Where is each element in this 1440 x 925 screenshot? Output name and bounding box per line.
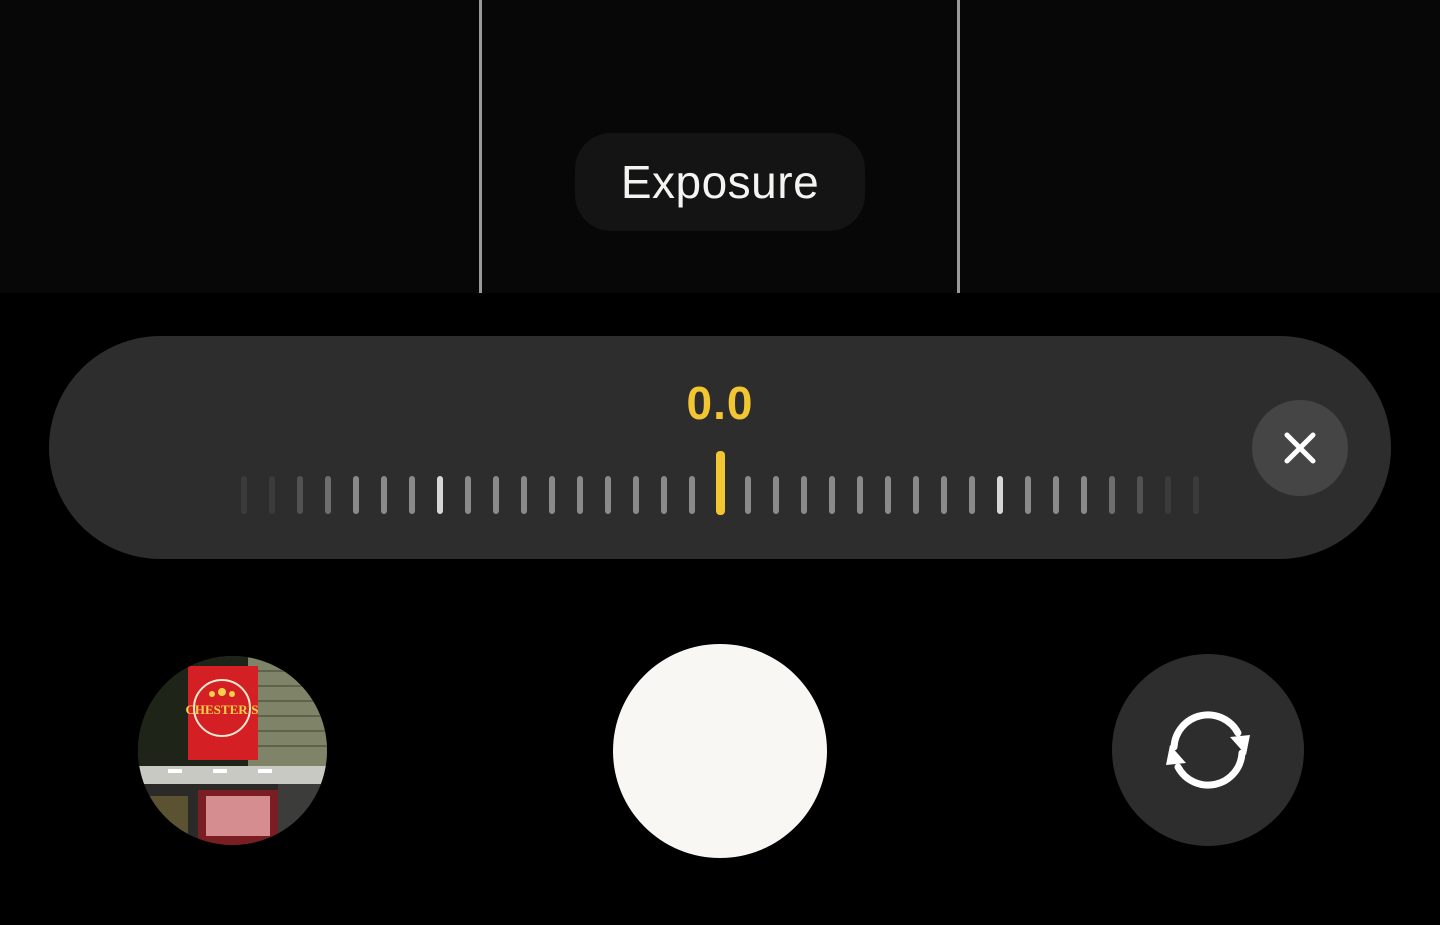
exposure-tick bbox=[857, 476, 863, 514]
exposure-tick bbox=[689, 476, 695, 514]
exposure-tick bbox=[829, 476, 835, 514]
mode-label-text: Exposure bbox=[620, 156, 820, 208]
exposure-tick bbox=[521, 476, 527, 514]
exposure-tick bbox=[605, 476, 611, 514]
exposure-tick bbox=[577, 476, 583, 514]
grid-line-right bbox=[957, 0, 960, 293]
thumbnail-sign-text: CHESTER'S bbox=[186, 702, 259, 717]
exposure-tick bbox=[633, 476, 639, 514]
exposure-tick bbox=[801, 476, 807, 514]
exposure-tick bbox=[437, 476, 443, 514]
exposure-tick bbox=[1165, 476, 1171, 514]
exposure-slider-panel: 0.0 bbox=[49, 336, 1391, 559]
grid-line-left bbox=[479, 0, 482, 293]
exposure-tick bbox=[885, 476, 891, 514]
exposure-tick bbox=[1109, 476, 1115, 514]
exposure-tick bbox=[381, 476, 387, 514]
exposure-tick bbox=[997, 476, 1003, 514]
close-icon bbox=[1284, 432, 1316, 464]
gallery-thumbnail-image: CHESTER'S bbox=[138, 656, 327, 845]
exposure-tick bbox=[1025, 476, 1031, 514]
exposure-tick bbox=[465, 476, 471, 514]
close-button[interactable] bbox=[1252, 400, 1348, 496]
exposure-tick bbox=[241, 476, 247, 514]
gallery-thumbnail[interactable]: CHESTER'S bbox=[138, 656, 327, 845]
exposure-tick bbox=[493, 476, 499, 514]
exposure-tick bbox=[549, 476, 555, 514]
exposure-tick bbox=[969, 476, 975, 514]
flip-camera-icon bbox=[1166, 711, 1250, 789]
exposure-tick bbox=[1081, 476, 1087, 514]
mode-label: Exposure bbox=[575, 133, 865, 231]
exposure-tick bbox=[297, 476, 303, 514]
exposure-tick bbox=[661, 476, 667, 514]
exposure-tick bbox=[745, 476, 751, 514]
exposure-tick bbox=[913, 476, 919, 514]
exposure-tick bbox=[409, 476, 415, 514]
exposure-tick bbox=[1053, 476, 1059, 514]
exposure-current-marker bbox=[715, 451, 725, 515]
exposure-tick bbox=[269, 476, 275, 514]
camera-app: Exposure 0.0 CHESTER'S bbox=[0, 0, 1440, 925]
exposure-tick bbox=[1193, 476, 1199, 514]
exposure-tick bbox=[325, 476, 331, 514]
exposure-tick bbox=[773, 476, 779, 514]
viewfinder[interactable]: Exposure bbox=[0, 0, 1440, 293]
exposure-tick bbox=[941, 476, 947, 514]
exposure-tick bbox=[1137, 476, 1143, 514]
shutter-button[interactable] bbox=[613, 644, 827, 858]
exposure-tick bbox=[353, 476, 359, 514]
exposure-slider[interactable] bbox=[49, 336, 1391, 559]
flip-camera-button[interactable] bbox=[1112, 654, 1304, 846]
